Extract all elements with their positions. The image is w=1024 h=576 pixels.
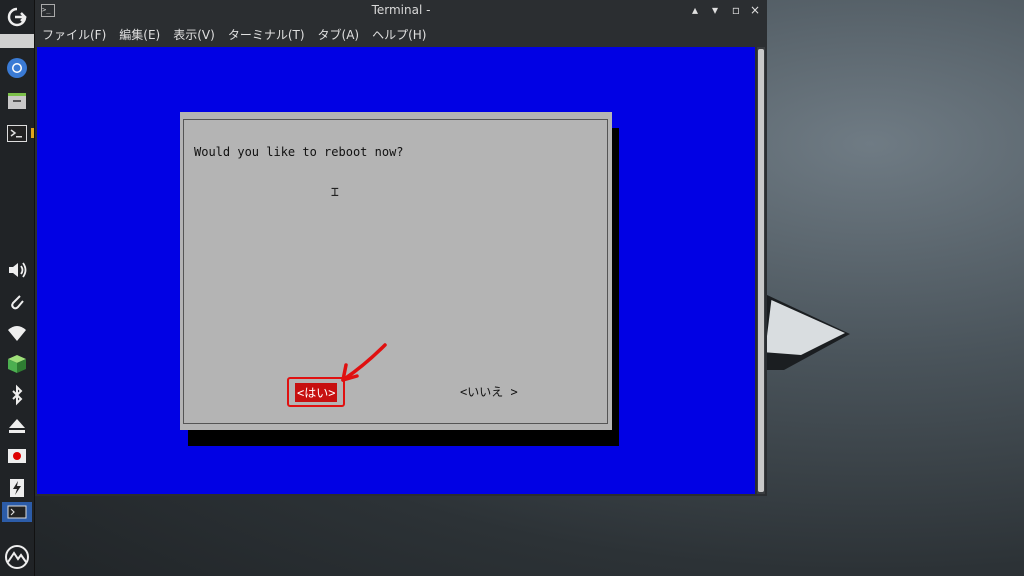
annotation-arrow-icon — [341, 343, 387, 382]
